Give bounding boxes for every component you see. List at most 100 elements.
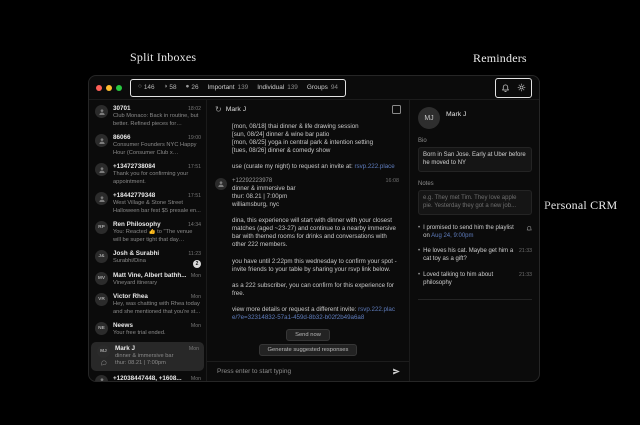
conversation-body: Ren Philosophy 14:34 You: Reacted 👍 to "…: [113, 221, 201, 244]
chat-header: ↻ Mark J: [207, 100, 409, 117]
message-link[interactable]: rsvp.222.place/?e=32314832-57a1-459d-8b3…: [232, 306, 395, 321]
conversation-body: Mark J Mon dinner & immersive bar thur: …: [115, 345, 199, 368]
suggestion-button[interactable]: Generate suggested responses: [259, 344, 358, 356]
quick-actions: Send now Generate suggested responses: [207, 324, 409, 361]
note-item[interactable]: • I promised to send him the playlist on…: [418, 224, 532, 241]
notes-label: Notes: [418, 181, 532, 187]
avatar: J&: [95, 250, 108, 263]
conversation-name: 30701: [113, 105, 131, 112]
conversation-preview: Thank you for confirming your appointmen…: [113, 171, 201, 186]
conversation-body: +12038447448, +1608... Mon Loved "Such a…: [113, 375, 201, 381]
person-icon: [98, 166, 106, 174]
refresh-icon[interactable]: ↻: [215, 106, 222, 114]
sidebar-toggle-icon[interactable]: [392, 105, 401, 114]
message-text: members in new york city can now request…: [232, 117, 399, 171]
avatar: [95, 375, 108, 381]
conversation-row[interactable]: 86066 19:00 Consumer Founders NYC Happy …: [89, 131, 206, 160]
conversation-row[interactable]: J& Josh & Surabhi 11:23 Surabhi/Dina 2: [89, 247, 206, 269]
conversation-row[interactable]: 30701 18:02 Club Monaco: Back in routine…: [89, 102, 206, 131]
tab-label: Groups: [307, 84, 328, 91]
reminder-bell-icon: [526, 225, 533, 232]
conversation-name: Ren Philosophy: [113, 221, 161, 228]
conversation-time: 18:02: [188, 106, 201, 112]
avatar-column: [95, 163, 108, 186]
bullet-icon: •: [418, 271, 420, 279]
inbox-filter[interactable]: ○ 146: [138, 84, 155, 91]
conversation-name: Victor Rhea: [113, 293, 148, 300]
conversation-body: +13472738084 17:51 Thank you for confirm…: [113, 163, 201, 186]
filter-count: 58: [169, 84, 176, 91]
conversation-name: Neews: [113, 322, 133, 329]
conversation-row[interactable]: +18442779348 17:51 West Village & Stone …: [89, 189, 206, 218]
composer-bar: [207, 361, 409, 381]
annotation-reminders: Reminders: [473, 51, 527, 66]
inbox-filter[interactable]: ● 26: [186, 84, 199, 91]
conversation-body: 30701 18:02 Club Monaco: Back in routine…: [113, 105, 201, 128]
conversation-row[interactable]: MJ Mark J Mon dinner & immersive bar thu…: [91, 342, 204, 371]
avatar-column: NE: [95, 322, 108, 338]
inbox-filter[interactable]: ◑ 58: [164, 84, 177, 91]
conversation-row[interactable]: RP Ren Philosophy 14:34 You: Reacted 👍 t…: [89, 218, 206, 247]
zoom-button[interactable]: [116, 85, 122, 91]
conversation-row[interactable]: NE Neews Mon Your free trial ended.: [89, 319, 206, 341]
send-icon[interactable]: [392, 367, 401, 376]
conversation-row[interactable]: VR Victor Rhea Mon Hey, was chatting wit…: [89, 290, 206, 319]
main-layout: 30701 18:02 Club Monaco: Back in routine…: [89, 100, 539, 381]
app-window: ○ 146 ◑ 58 ● 26 Important 139 Individual…: [88, 75, 540, 382]
avatar: [95, 192, 108, 205]
filter-count: 146: [144, 84, 155, 91]
conversation-name: +12038447448, +1608...: [113, 375, 182, 381]
note-text: He loves his cat. Maybe get him a cat to…: [423, 247, 514, 264]
suggestion-button[interactable]: Send now: [286, 329, 330, 341]
conversation-preview: Club Monaco: Back in routine, but better…: [113, 113, 201, 128]
conversation-time: 14:34: [188, 222, 201, 228]
close-button[interactable]: [96, 85, 102, 91]
bio-field[interactable]: Born in San Jose. Early at Uber before h…: [418, 147, 532, 172]
avatar: NE: [95, 322, 108, 335]
note-date-link[interactable]: Aug 24, 9:00pm: [431, 233, 473, 239]
person-icon: [98, 377, 106, 381]
minimize-button[interactable]: [106, 85, 112, 91]
bullet-icon: •: [418, 247, 420, 255]
conversation-name: 86066: [113, 134, 131, 141]
chat-bubble-icon: [101, 360, 107, 366]
chat-panel: ↻ Mark J you have until 2:22pm this sund…: [207, 100, 409, 381]
conversation-name: +13472738084: [113, 163, 155, 170]
conversation-time: Mon: [191, 294, 201, 300]
tab-count: 139: [287, 84, 298, 91]
tab-count: 139: [238, 84, 249, 91]
circle-outline-icon: ○: [138, 84, 142, 90]
conversation-row[interactable]: +12038447448, +1608... Mon Loved "Such a…: [89, 372, 206, 381]
inbox-tab[interactable]: Groups 94: [307, 84, 338, 91]
message-link[interactable]: rsvp.222.place: [354, 163, 394, 170]
avatar-column: [95, 375, 108, 381]
conversation-time: Mon: [189, 346, 199, 352]
message-text: dinner & immersive bar thur: 08.21 | 7:0…: [232, 185, 399, 322]
conversation-preview: West Village & Stone Street Halloween ba…: [113, 200, 201, 215]
conversation-preview: Surabhi/Dina: [113, 258, 201, 266]
conversation-row[interactable]: MV Matt Vine, Albert bathh... Mon Vineya…: [89, 269, 206, 291]
avatar-initials: J&: [98, 254, 104, 259]
annotation-split-inboxes: Split Inboxes: [130, 50, 196, 65]
note-time: 21:33: [519, 272, 532, 278]
message-input[interactable]: [215, 367, 386, 376]
conversation-preview: Your free trial ended.: [113, 330, 201, 338]
note-item[interactable]: • He loves his cat. Maybe get him a cat …: [418, 247, 532, 264]
gear-icon[interactable]: [517, 83, 526, 92]
bio-label: Bio: [418, 138, 532, 144]
note-text: Loved talking to him about philosophy: [423, 271, 514, 288]
unread-badge: 2: [193, 260, 201, 268]
conversation-row[interactable]: +13472738084 17:51 Thank you for confirm…: [89, 160, 206, 189]
inbox-tab[interactable]: Important 139: [208, 84, 249, 91]
note-meta: 21:33: [519, 271, 532, 278]
inbox-tab[interactable]: Individual 139: [257, 84, 298, 91]
note-item[interactable]: • Loved talking to him about philosophy …: [418, 271, 532, 288]
split-inboxes-bar: ○ 146 ◑ 58 ● 26 Important 139 Individual…: [130, 79, 346, 97]
notes-input[interactable]: e.g. They met Tim. They love apple pie. …: [418, 190, 532, 215]
person-icon: [98, 137, 106, 145]
avatar-column: MJ: [97, 345, 110, 368]
avatar-initials: MV: [98, 276, 105, 281]
bell-icon[interactable]: [501, 83, 510, 92]
conversation-preview: Vineyard itinerary: [113, 280, 201, 288]
marketing-canvas: Split Inboxes Reminders Personal CRM ○ 1…: [0, 0, 640, 425]
